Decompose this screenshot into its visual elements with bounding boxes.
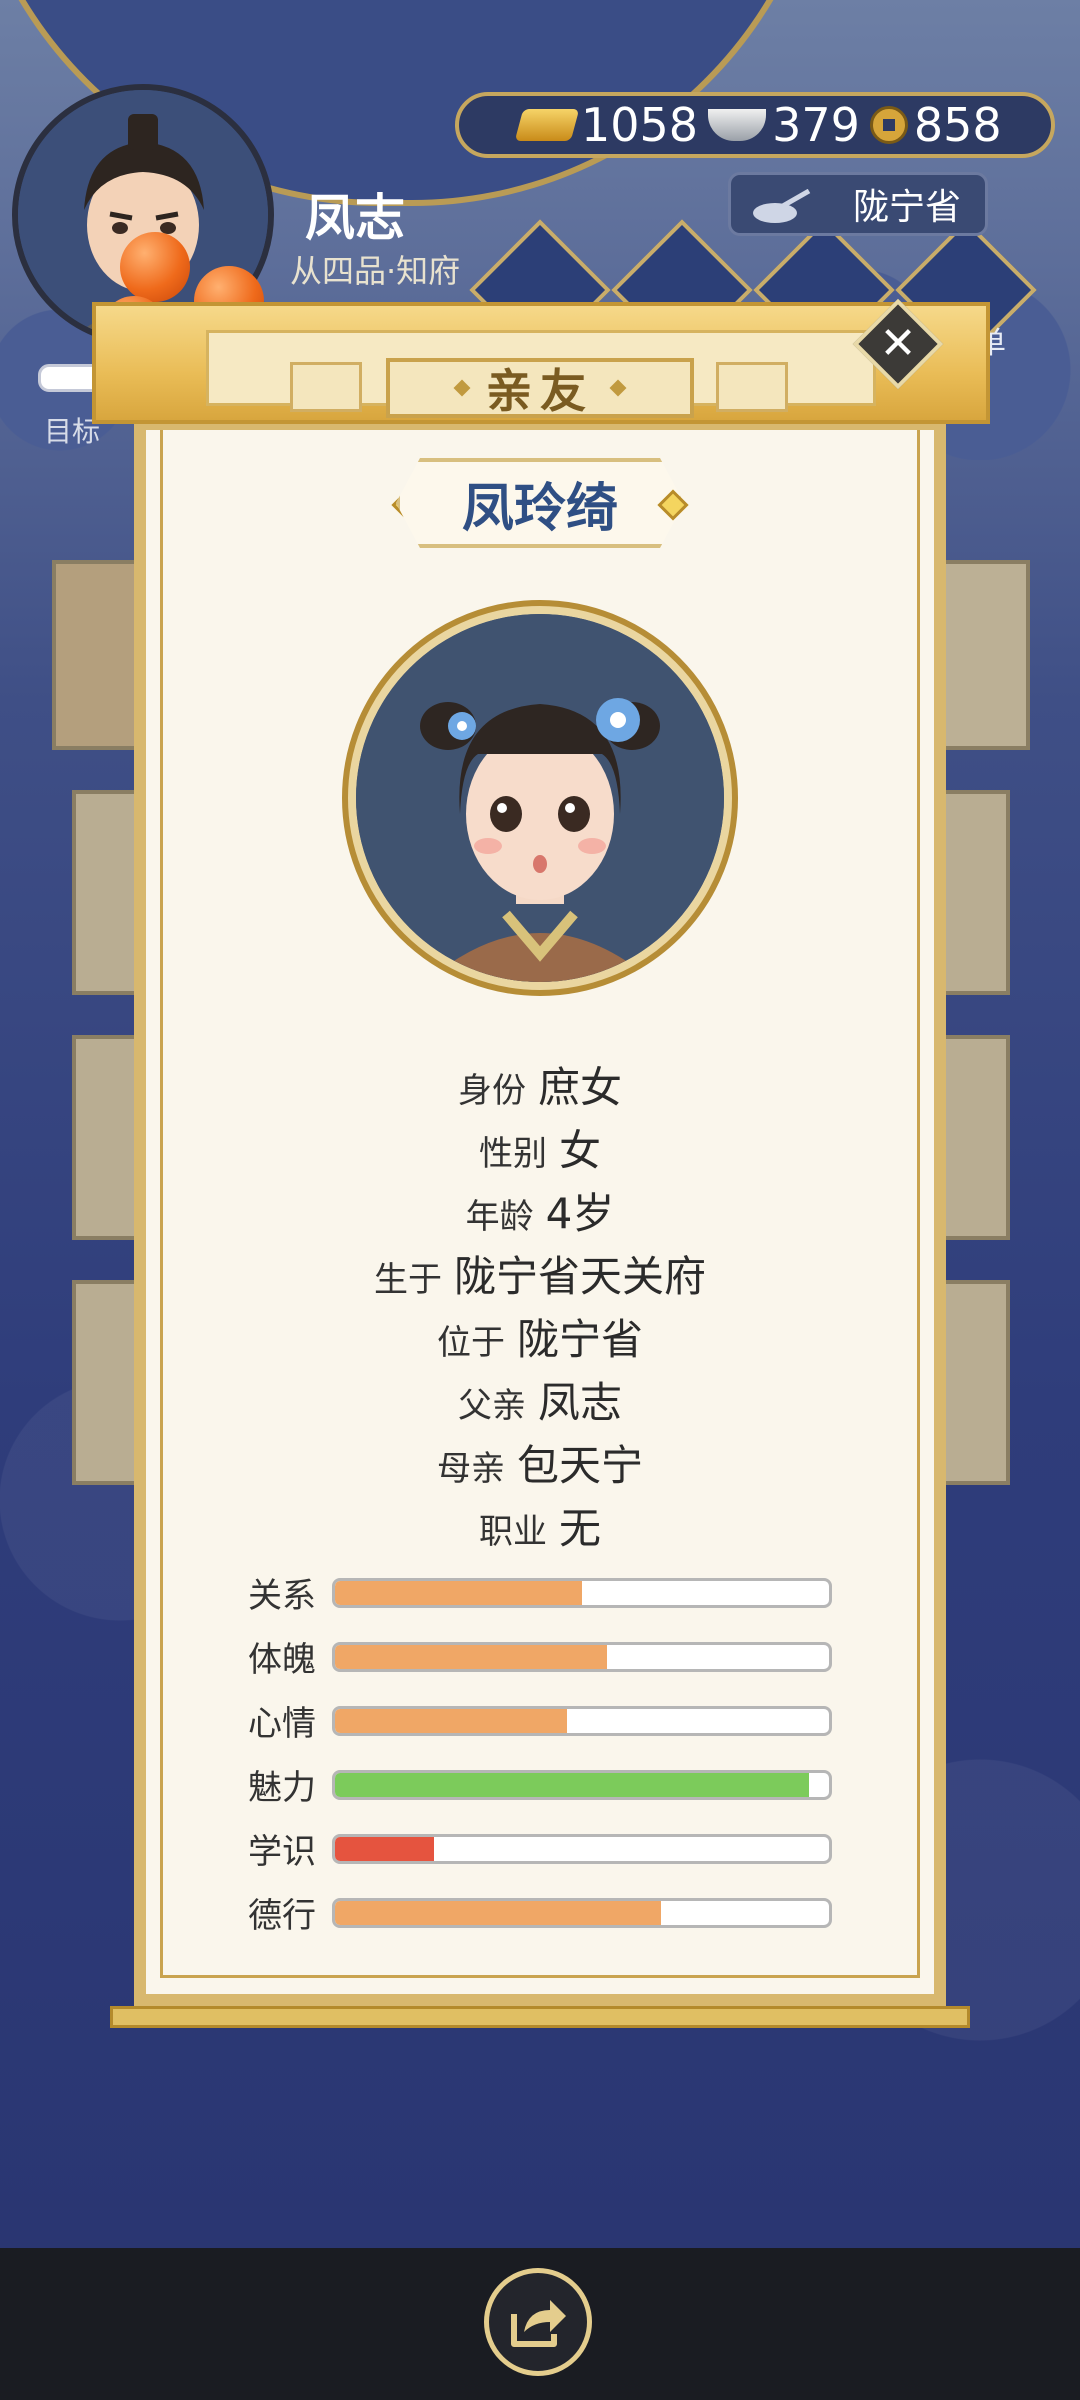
info-value: 4岁	[545, 1189, 615, 1238]
stat-fill	[335, 1580, 582, 1605]
info-value: 包天宁	[516, 1441, 643, 1490]
info-label: 性别	[478, 1134, 547, 1174]
person-portrait	[356, 614, 724, 982]
stat-label: 关系	[248, 1576, 316, 1616]
info-value: 无	[558, 1504, 601, 1553]
info-label: 母亲	[436, 1449, 505, 1489]
stat-label: 德行	[248, 1896, 316, 1936]
header-ornament-box	[290, 362, 362, 412]
coin-icon	[869, 106, 908, 144]
stat-bar	[332, 1577, 832, 1608]
stat-row-relationship: 关系	[248, 1568, 832, 1617]
girl-portrait-icon	[356, 614, 724, 982]
stat-fill	[335, 1644, 607, 1669]
stat-bar	[332, 1833, 832, 1864]
stat-row-physique: 体魄	[248, 1632, 832, 1681]
scroll-bottom-rod	[110, 2006, 970, 2028]
stat-fill	[335, 1900, 662, 1925]
info-value: 庶女	[537, 1063, 622, 1112]
share-icon	[511, 2300, 566, 2347]
stat-row-mood: 心情	[248, 1696, 832, 1745]
stat-label: 体魄	[248, 1640, 316, 1680]
close-icon: ✕	[879, 318, 917, 369]
silver-amount: 379	[772, 98, 860, 152]
share-button[interactable]	[484, 2268, 592, 2376]
info-value: 陇宁省天关府	[453, 1252, 706, 1301]
tab-ornament-icon	[453, 379, 471, 397]
stat-bar	[332, 1769, 832, 1800]
location-label: 陇宁省	[852, 187, 961, 228]
info-value: 凤志	[537, 1378, 622, 1427]
silver-currency[interactable]: 379	[708, 98, 860, 152]
stat-fill	[335, 1772, 810, 1797]
gold-amount: 1058	[581, 98, 699, 152]
tab-relatives: 亲友	[386, 358, 694, 418]
player-name: 凤志	[305, 189, 405, 247]
info-label: 父亲	[457, 1386, 526, 1426]
info-label: 身份	[457, 1071, 526, 1111]
info-label: 位于	[436, 1323, 505, 1363]
info-row-gender: 性别 女	[0, 1117, 1080, 1178]
info-row-location: 位于 陇宁省	[0, 1306, 1080, 1367]
tab-ornament-icon	[609, 379, 627, 397]
info-label: 生于	[373, 1260, 442, 1300]
info-label: 职业	[478, 1512, 547, 1552]
stat-fill	[335, 1836, 434, 1861]
info-row-status: 身份 庶女	[0, 1054, 1080, 1115]
stat-label: 魅力	[248, 1768, 316, 1808]
info-label: 年龄	[465, 1197, 534, 1237]
info-row-occupation: 职业 无	[0, 1495, 1080, 1556]
location-button[interactable]: 陇宁省	[728, 172, 988, 236]
player-rank: 从四品·知府	[290, 252, 461, 290]
fruit-ornament-icon	[120, 232, 190, 302]
info-row-mother: 母亲 包天宁	[0, 1432, 1080, 1493]
info-row-age: 年龄 4岁	[0, 1180, 1080, 1241]
stat-label: 心情	[248, 1704, 316, 1744]
stat-bar	[332, 1641, 832, 1672]
stat-bar	[332, 1705, 832, 1736]
stat-fill	[335, 1708, 568, 1733]
stat-label: 学识	[248, 1832, 316, 1872]
silver-ingot-icon	[708, 109, 767, 141]
info-value: 女	[558, 1126, 601, 1175]
info-value: 陇宁省	[516, 1315, 643, 1364]
person-name: 凤玲绮	[461, 478, 618, 539]
gold-ingot-icon	[514, 109, 580, 141]
header-ornament-box	[716, 362, 788, 412]
stat-row-charm: 魅力	[248, 1760, 832, 1809]
coin-amount: 858	[913, 98, 1002, 152]
person-name-plate: 凤玲绮	[396, 458, 684, 548]
stat-row-knowledge: 学识	[248, 1824, 832, 1873]
gold-currency[interactable]: 1058	[514, 98, 699, 152]
brush-icon	[753, 189, 811, 223]
tab-relatives-label: 亲友	[486, 364, 594, 418]
coin-currency[interactable]: 858	[869, 98, 1002, 152]
stat-bar	[332, 1897, 832, 1928]
stat-row-virtue: 德行	[248, 1888, 832, 1937]
info-row-father: 父亲 凤志	[0, 1369, 1080, 1430]
info-row-birthplace: 生于 陇宁省天关府	[0, 1243, 1080, 1304]
currency-bar: 1058 379 858	[455, 92, 1055, 158]
